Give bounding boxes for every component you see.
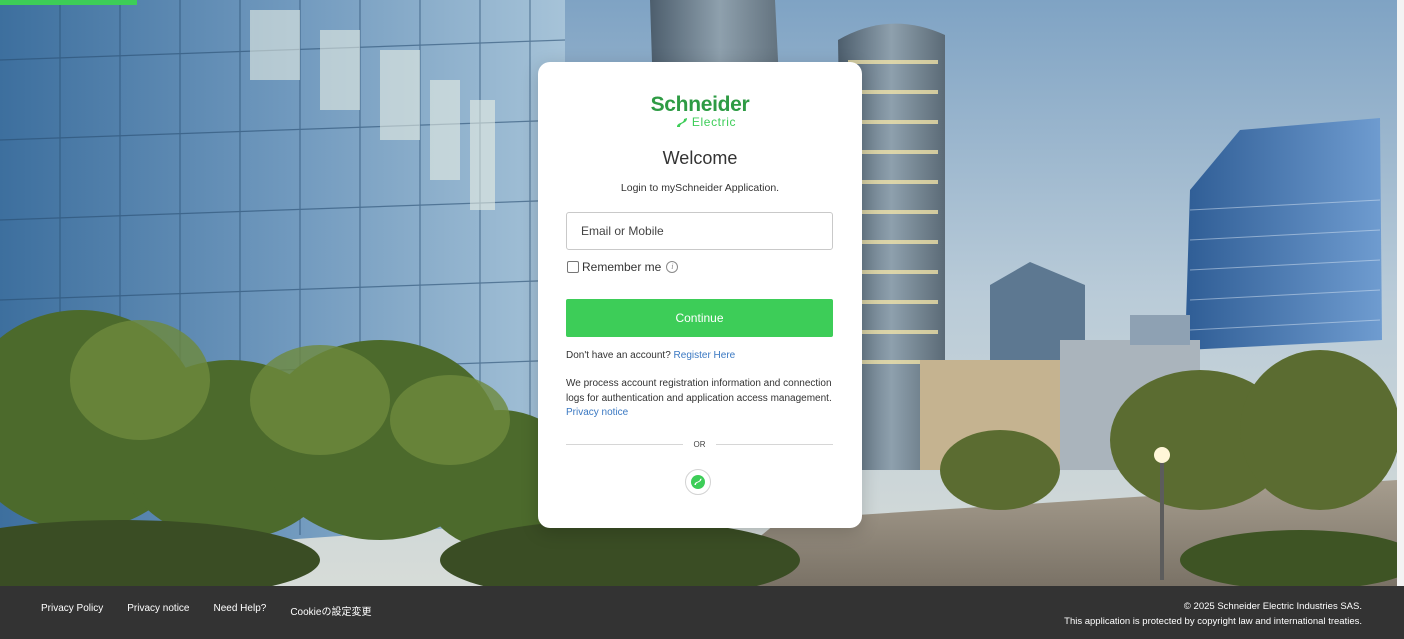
- footer: Privacy Policy Privacy notice Need Help?…: [0, 586, 1404, 639]
- remember-me-row: Remember me i: [567, 260, 679, 274]
- email-or-mobile-input[interactable]: [566, 212, 833, 250]
- register-row: Don't have an account? Register Here: [566, 350, 735, 361]
- schneider-electric-logo: Schneider Electric: [538, 93, 862, 129]
- footer-link-need-help[interactable]: Need Help?: [214, 603, 267, 618]
- divider-line-left: [566, 444, 683, 445]
- login-subtitle: Login to mySchneider Application.: [620, 182, 780, 194]
- page-scroll-gutter: [1397, 0, 1404, 586]
- remember-me-label[interactable]: Remember me: [582, 260, 661, 274]
- login-page: Schneider Electric Welcome Login to mySc…: [0, 0, 1404, 639]
- loading-progress-bar: [0, 0, 137, 5]
- welcome-heading: Welcome: [662, 148, 738, 168]
- continue-button[interactable]: Continue: [566, 299, 833, 337]
- remember-me-checkbox[interactable]: [567, 261, 579, 273]
- schneider-sso-button[interactable]: [685, 469, 711, 495]
- or-divider: OR: [566, 438, 833, 452]
- register-here-link[interactable]: Register Here: [674, 350, 736, 361]
- footer-protection-notice: This application is protected by copyrig…: [1064, 616, 1362, 627]
- footer-links: Privacy Policy Privacy notice Need Help?…: [41, 603, 395, 618]
- login-card: Schneider Electric Welcome Login to mySc…: [538, 62, 862, 528]
- or-label: OR: [693, 440, 706, 449]
- schneider-mark-icon: [691, 475, 705, 489]
- logo-wordmark: Schneider: [650, 93, 750, 116]
- no-account-text: Don't have an account?: [566, 350, 671, 361]
- footer-link-privacy-policy[interactable]: Privacy Policy: [41, 603, 103, 618]
- privacy-statement-text: We process account registration informat…: [566, 378, 832, 404]
- footer-link-privacy-notice[interactable]: Privacy notice: [127, 603, 189, 618]
- footer-legal: © 2025 Schneider Electric Industries SAS…: [1064, 599, 1362, 629]
- privacy-notice-link[interactable]: Privacy notice: [566, 407, 628, 418]
- divider-line-right: [716, 444, 833, 445]
- privacy-statement: We process account registration informat…: [566, 377, 834, 421]
- info-icon[interactable]: i: [666, 261, 679, 273]
- schneider-mark-icon: [677, 118, 687, 127]
- logo-subtext: Electric: [691, 115, 737, 129]
- footer-link-cookie-settings[interactable]: Cookieの設定変更: [290, 603, 371, 618]
- footer-copyright: © 2025 Schneider Electric Industries SAS…: [1183, 601, 1362, 612]
